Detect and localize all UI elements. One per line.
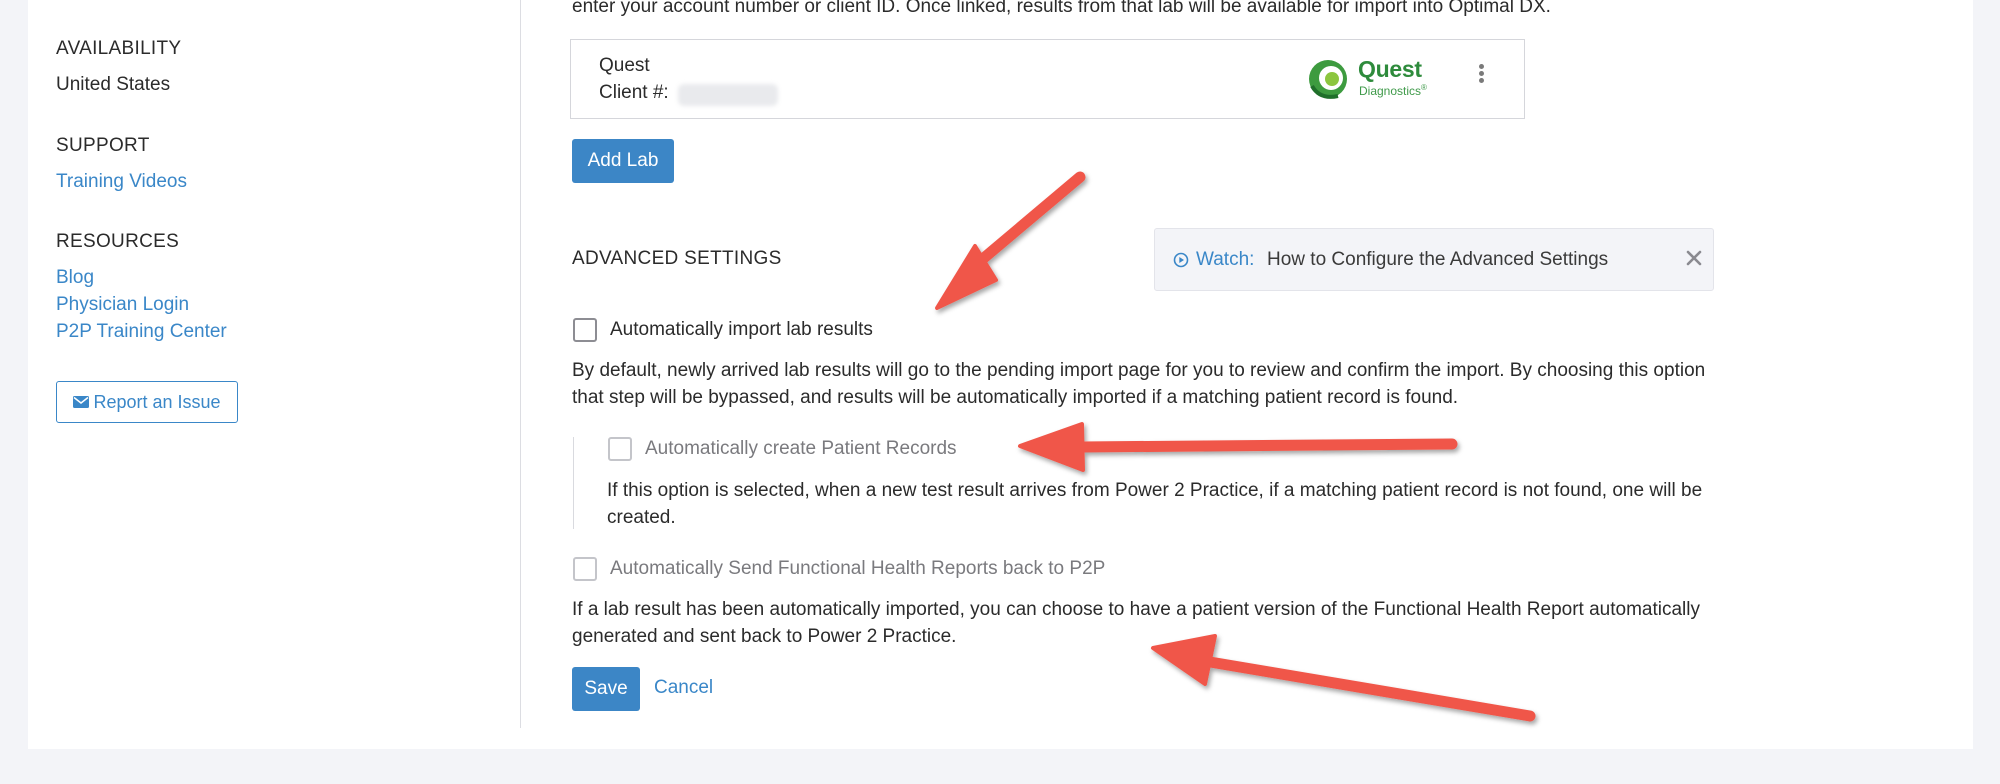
labs-intro-text: enter your account number or client ID. …: [572, 0, 1551, 17]
watch-video-banner: Watch: How to Configure the Advanced Set…: [1154, 228, 1714, 291]
report-issue-label: Report an Issue: [93, 391, 221, 412]
quest-diagnostics-logo: Quest Diagnostics®: [1306, 56, 1446, 102]
availability-value: United States: [56, 74, 171, 95]
quest-swirl-icon: [1309, 60, 1347, 99]
column-divider: [520, 0, 521, 728]
support-heading: SUPPORT: [56, 135, 150, 156]
quest-logo-word: Quest: [1358, 56, 1422, 82]
close-icon[interactable]: [1684, 248, 1704, 268]
availability-heading: AVAILABILITY: [56, 38, 182, 59]
redacted-client-number: [678, 84, 778, 106]
lab-card-quest: Quest Client #: Quest Diagnostics®: [570, 39, 1525, 119]
cancel-link[interactable]: Cancel: [654, 677, 713, 699]
client-number-label: Client #:: [599, 82, 669, 103]
auto-import-checkbox[interactable]: [573, 318, 597, 342]
add-lab-button[interactable]: Add Lab: [572, 139, 674, 183]
watch-video-title[interactable]: How to Configure the Advanced Settings: [1267, 249, 1608, 271]
auto-send-reports-description: If a lab result has been automatically i…: [572, 599, 1700, 647]
auto-import-label[interactable]: Automatically import lab results: [610, 319, 873, 341]
auto-send-reports-checkbox[interactable]: [573, 557, 597, 581]
p2p-training-center-link[interactable]: P2P Training Center: [56, 321, 227, 343]
report-issue-button[interactable]: Report an Issue: [56, 381, 238, 423]
advanced-settings-title: ADVANCED SETTINGS: [572, 248, 782, 269]
play-circle-icon[interactable]: [1173, 252, 1189, 268]
quest-logo-sub-text: Diagnostics: [1359, 84, 1422, 98]
resources-heading: RESOURCES: [56, 231, 180, 252]
quest-logo-sub: Diagnostics®: [1359, 83, 1427, 98]
watch-label[interactable]: Watch:: [1196, 249, 1254, 271]
quest-logo-reg: ®: [1421, 83, 1427, 92]
lab-name: Quest: [599, 55, 650, 76]
auto-create-patient-label[interactable]: Automatically create Patient Records: [645, 438, 957, 460]
lab-menu-icon[interactable]: [1473, 62, 1489, 94]
save-button[interactable]: Save: [572, 667, 640, 711]
indent-bar: [573, 437, 574, 529]
training-videos-link[interactable]: Training Videos: [56, 171, 187, 193]
auto-import-description: By default, newly arrived lab results wi…: [572, 360, 1706, 408]
auto-create-patient-description: If this option is selected, when a new t…: [607, 480, 1703, 528]
blog-link[interactable]: Blog: [56, 267, 94, 289]
envelope-icon: [73, 396, 90, 408]
auto-create-patient-checkbox[interactable]: [608, 437, 632, 461]
physician-login-link[interactable]: Physician Login: [56, 294, 189, 316]
auto-send-reports-label[interactable]: Automatically Send Functional Health Rep…: [610, 558, 1105, 580]
